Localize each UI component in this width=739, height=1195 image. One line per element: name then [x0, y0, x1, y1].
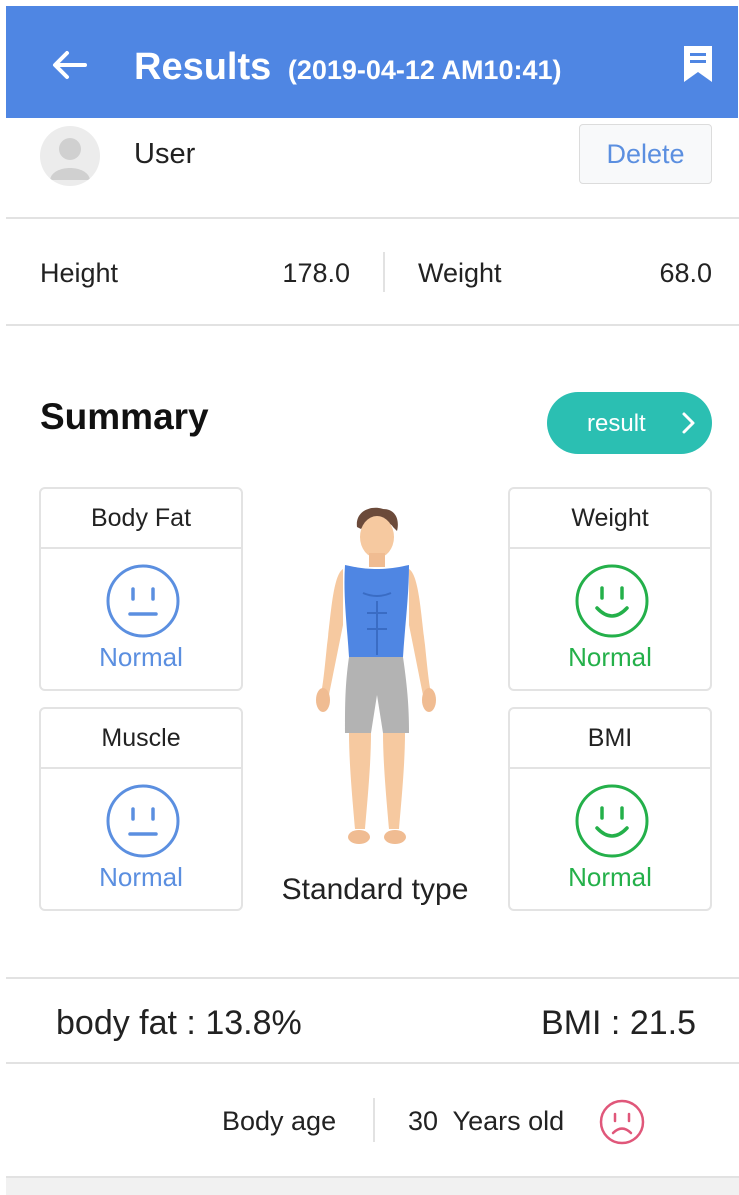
- weight-value: 68.0: [659, 258, 712, 288]
- app-bar: Results (2019-04-12 AM10:41): [6, 6, 738, 118]
- card-title: Body Fat: [41, 489, 241, 549]
- neutral-face-icon: [106, 564, 180, 638]
- weight-label: Weight: [418, 258, 502, 288]
- muscle-card[interactable]: Muscle Normal: [39, 707, 243, 911]
- height-value: 178.0: [282, 258, 350, 288]
- bmi-value: BMI : 21.5: [541, 1004, 696, 1042]
- result-button[interactable]: result: [547, 392, 712, 454]
- back-button[interactable]: [46, 42, 92, 88]
- user-name: User: [134, 138, 196, 170]
- divider: [6, 324, 739, 326]
- card-status: Normal: [568, 642, 652, 672]
- bmi-card[interactable]: BMI Normal: [508, 707, 712, 911]
- body-figure-icon: [316, 507, 436, 844]
- result-datetime: (2019-04-12 AM10:41): [287, 55, 562, 85]
- smile-face-icon: [575, 784, 649, 858]
- stats-row: body fat : 13.8% BMI : 21.5: [0, 980, 739, 1062]
- smile-face-icon: [575, 564, 649, 638]
- user-avatar-icon: [50, 138, 90, 180]
- height-label: Height: [40, 258, 119, 288]
- body-type-label: Standard type: [281, 873, 469, 906]
- body-age-value: 30 Years old: [408, 1106, 565, 1136]
- card-status: Normal: [99, 862, 183, 892]
- chevron-right-icon: [682, 412, 695, 434]
- body-fat-card[interactable]: Body Fat Normal: [39, 487, 243, 691]
- vertical-divider: [373, 1098, 375, 1142]
- result-button-label: result: [587, 410, 646, 437]
- body-age-row: Body age 30 Years old: [0, 1064, 739, 1174]
- body-age-label: Body age: [222, 1106, 337, 1136]
- weight-card[interactable]: Weight Normal: [508, 487, 712, 691]
- user-row: User Delete: [0, 118, 739, 218]
- divider: [6, 977, 739, 979]
- body-fat-percent: body fat : 13.8%: [56, 1004, 302, 1042]
- metrics-row: Height 178.0 Weight 68.0: [0, 220, 739, 324]
- page-title-text: Results: [134, 46, 272, 88]
- summary-title: Summary: [40, 396, 209, 437]
- delete-button[interactable]: Delete: [579, 124, 712, 184]
- sad-face-icon: [599, 1099, 645, 1145]
- page-title: Results (2019-04-12 AM10:41): [134, 46, 561, 89]
- bottom-section: [6, 1176, 739, 1195]
- card-status: Normal: [99, 642, 183, 672]
- avatar: [40, 126, 100, 186]
- bookmark-icon: [684, 46, 712, 82]
- card-status: Normal: [568, 862, 652, 892]
- neutral-face-icon: [106, 784, 180, 858]
- arrow-left-icon: [53, 51, 87, 79]
- divider: [6, 217, 739, 219]
- bookmark-button[interactable]: [678, 40, 718, 88]
- card-title: Muscle: [41, 709, 241, 769]
- vertical-divider: [383, 252, 385, 292]
- card-title: Weight: [510, 489, 710, 549]
- card-title: BMI: [510, 709, 710, 769]
